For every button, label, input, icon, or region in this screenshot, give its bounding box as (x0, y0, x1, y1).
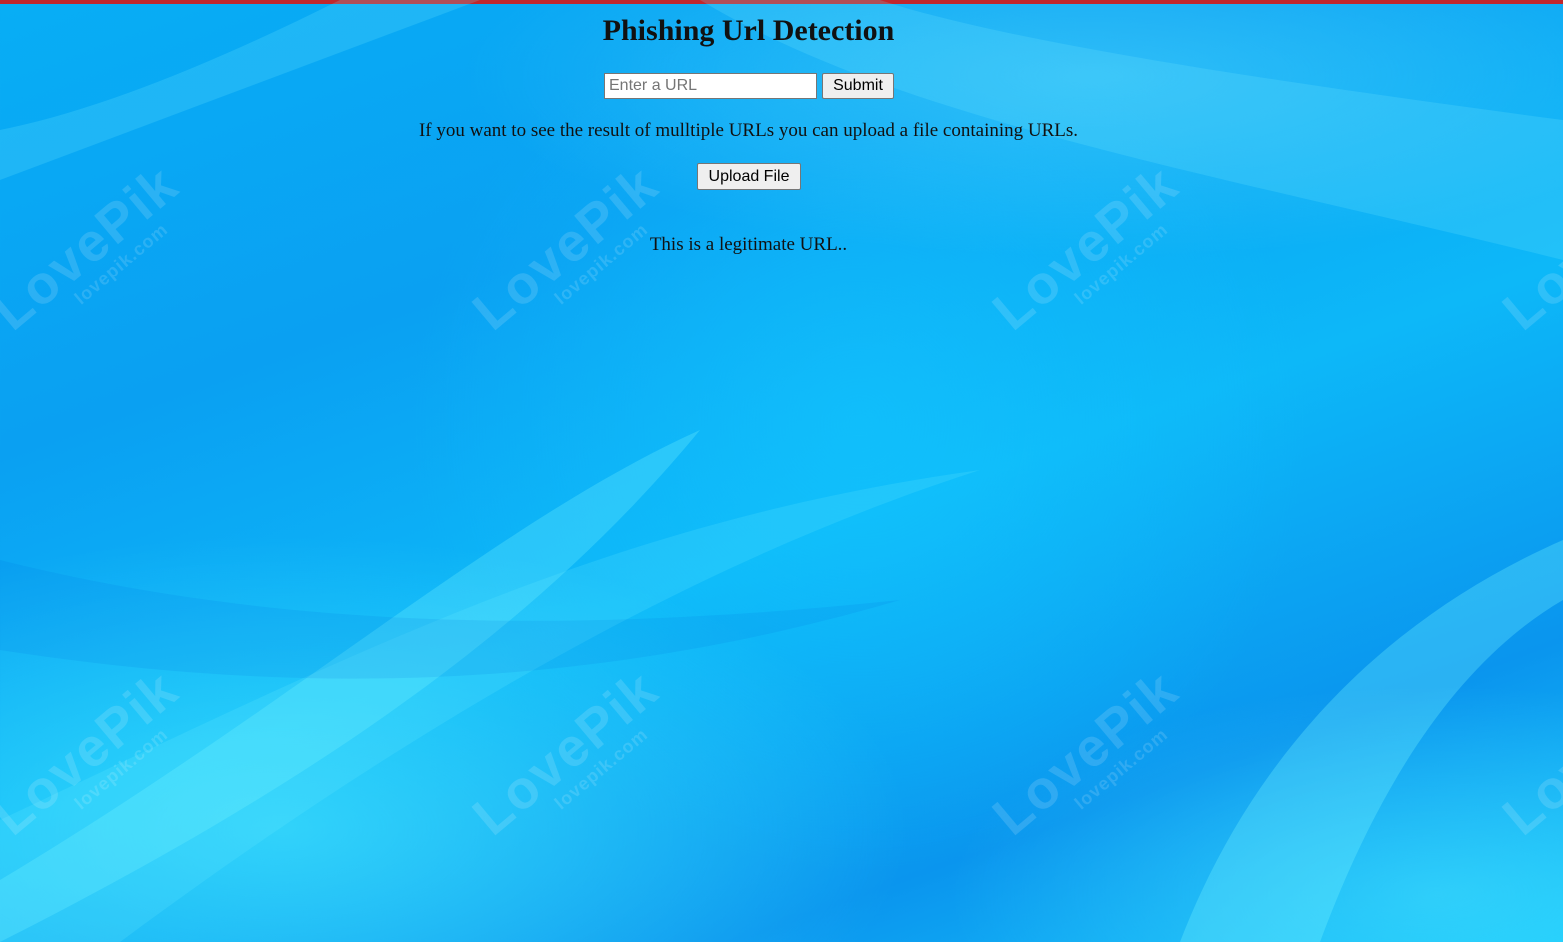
page-title: Phishing Url Detection (602, 14, 895, 47)
top-accent-strip (0, 0, 1563, 4)
watermark-logo: LovePiklovepik.com (0, 658, 190, 847)
watermark-logo: LovePiklovepik.com (461, 658, 670, 847)
watermark-logo: LovePiklovepik.com (981, 658, 1190, 847)
url-input[interactable] (604, 73, 817, 99)
result-message: This is a legitimate URL.. (649, 234, 848, 255)
bulk-upload-info-text: If you want to see the result of mulltip… (418, 120, 1079, 141)
submit-button[interactable]: Submit (822, 73, 894, 99)
watermark-logo: LovePiklovepik.com (1491, 658, 1563, 847)
upload-file-button[interactable]: Upload File (697, 163, 801, 190)
url-form: Submit (604, 73, 894, 99)
watermark-logo: LovePiklovepik.com (1491, 153, 1563, 342)
